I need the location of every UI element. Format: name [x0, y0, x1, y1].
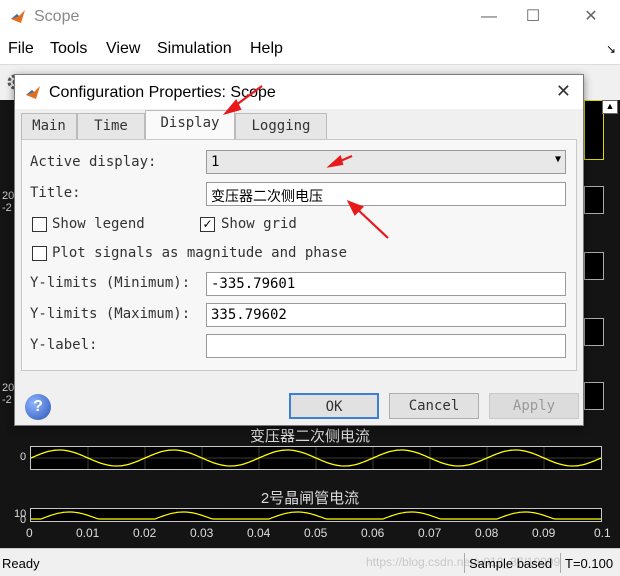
annotation-arrowhead	[326, 155, 344, 168]
annotation-arrowhead	[222, 99, 242, 116]
annotation-arrows	[222, 85, 389, 239]
annotation-arrow	[355, 207, 389, 239]
